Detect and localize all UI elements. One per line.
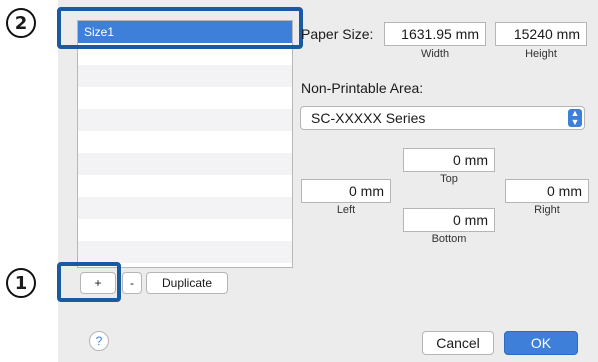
- list-item: [78, 131, 292, 153]
- callout-marker-1: 1: [6, 268, 36, 298]
- list-item: [78, 87, 292, 109]
- list-item: [78, 153, 292, 175]
- printer-select[interactable]: SC-XXXXX Series ▲ ▼: [300, 106, 585, 130]
- list-item: [78, 219, 292, 241]
- printer-select-value: SC-XXXXX Series: [311, 110, 426, 126]
- chevron-up-down-icon: ▲ ▼: [568, 109, 582, 127]
- width-caption: Width: [420, 48, 450, 60]
- list-item: [78, 175, 292, 197]
- top-margin-field[interactable]: 0 mm: [403, 148, 495, 172]
- non-printable-area-label: Non-Printable Area:: [301, 80, 424, 96]
- duplicate-button[interactable]: Duplicate: [146, 272, 228, 294]
- ok-button[interactable]: OK: [504, 331, 578, 355]
- callout-marker-2: 2: [6, 8, 36, 38]
- left-margin-field[interactable]: 0 mm: [301, 179, 391, 203]
- list-item: [78, 109, 292, 131]
- width-field[interactable]: 1631.95 mm: [384, 22, 486, 46]
- remove-size-button[interactable]: -: [122, 272, 142, 294]
- highlight-size-list-frame: [57, 7, 303, 49]
- list-item: [78, 197, 292, 219]
- callout-marker-1-number: 1: [14, 272, 28, 294]
- top-caption: Top: [440, 173, 458, 185]
- height-caption: Height: [525, 48, 557, 60]
- paper-size-list[interactable]: Size1: [77, 20, 293, 268]
- bottom-caption: Bottom: [431, 233, 467, 245]
- right-caption: Right: [534, 204, 560, 216]
- cancel-button[interactable]: Cancel: [422, 331, 494, 355]
- left-caption: Left: [336, 204, 356, 216]
- add-size-button[interactable]: +: [80, 272, 116, 294]
- help-icon[interactable]: ?: [89, 331, 109, 351]
- list-item: [78, 241, 292, 263]
- list-item: [78, 65, 292, 87]
- paper-size-label: Paper Size:: [301, 26, 374, 42]
- callout-marker-2-number: 2: [14, 12, 28, 34]
- height-field[interactable]: 15240 mm: [495, 22, 587, 46]
- bottom-margin-field[interactable]: 0 mm: [403, 208, 495, 232]
- right-margin-field[interactable]: 0 mm: [505, 179, 589, 203]
